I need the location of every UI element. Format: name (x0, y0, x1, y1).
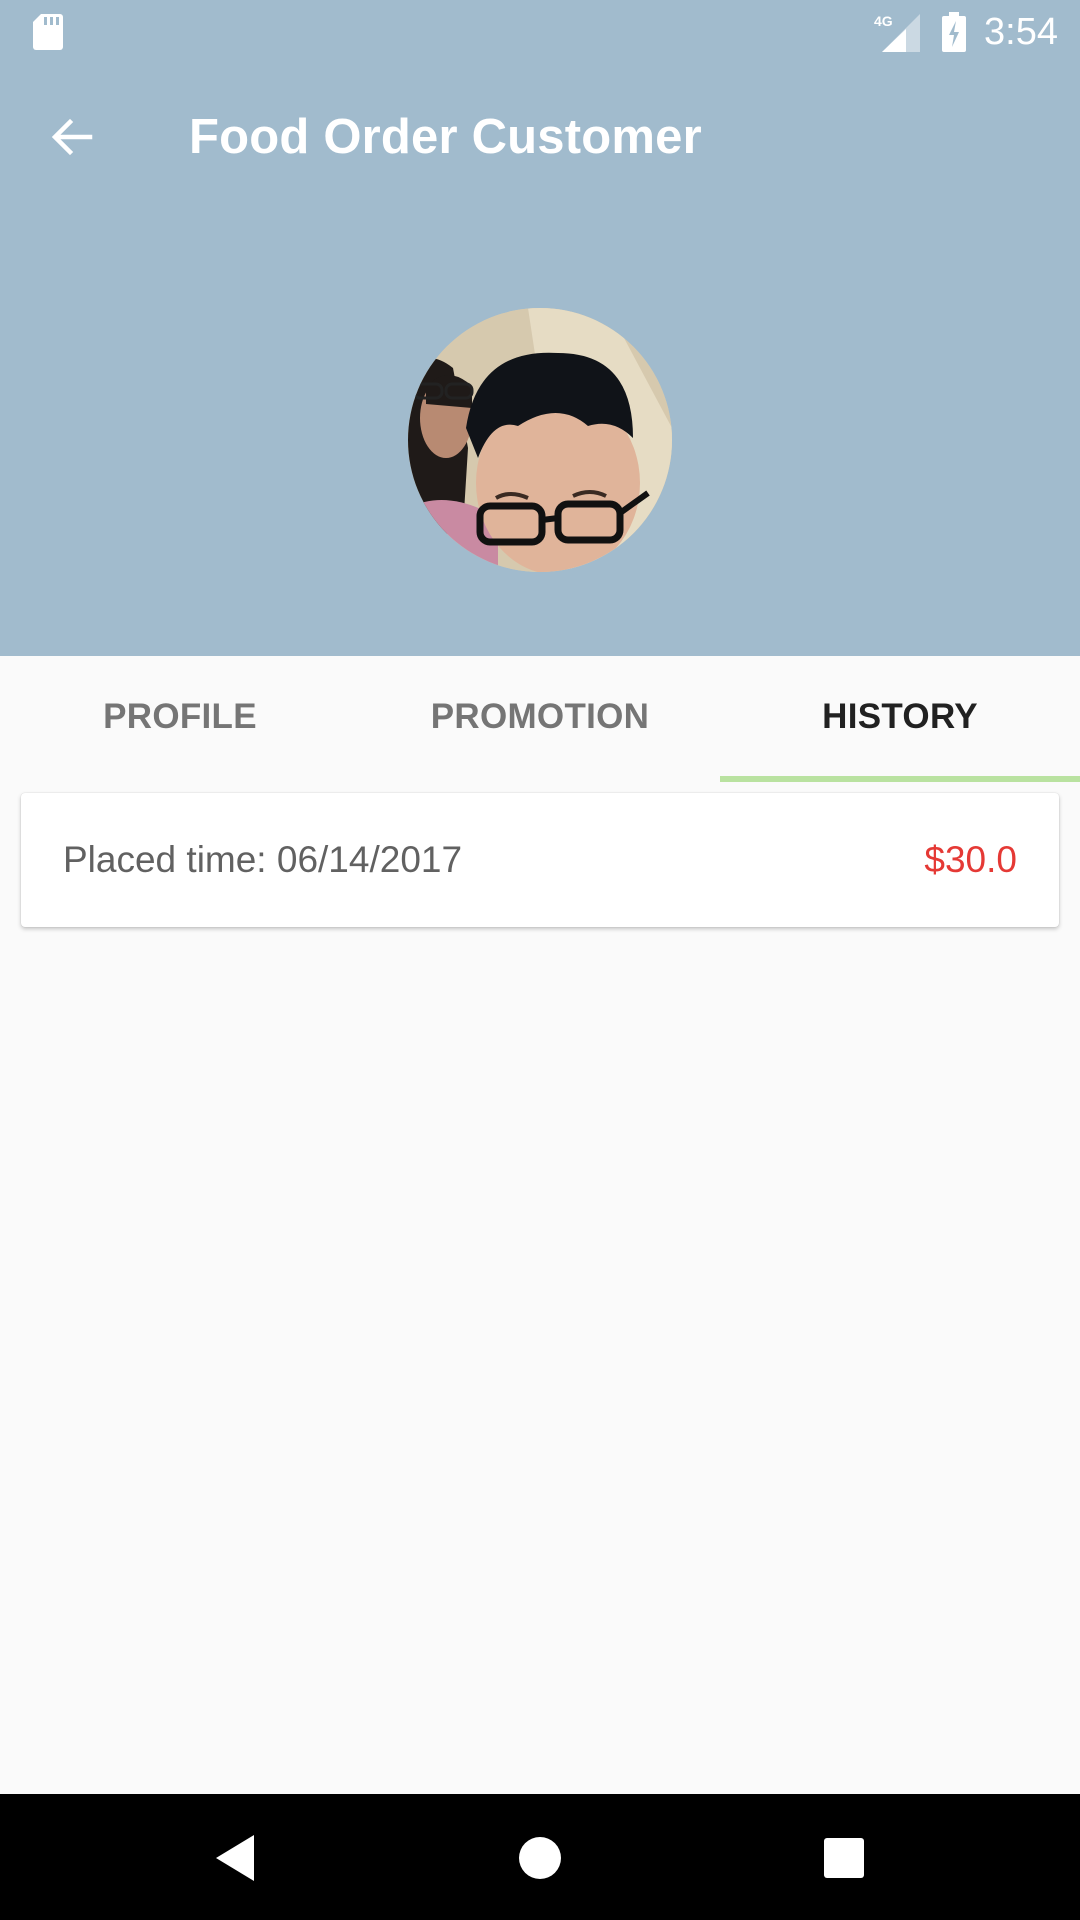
battery-charging-icon (942, 12, 966, 52)
tab-promotion[interactable]: PROMOTION (360, 656, 720, 782)
toolbar: Food Order Customer (0, 63, 1080, 210)
tab-profile-label: PROFILE (103, 697, 257, 736)
order-placed-time: Placed time: 06/14/2017 (63, 839, 463, 880)
nav-recents-button[interactable] (804, 1818, 884, 1898)
back-triangle-icon (216, 1835, 254, 1881)
nav-home-button[interactable] (500, 1818, 580, 1898)
status-time: 3:54 (984, 11, 1058, 53)
tab-history[interactable]: HISTORY (720, 656, 1080, 782)
sd-card-icon (33, 14, 63, 50)
arrow-back-icon (51, 118, 93, 156)
cell-signal-icon: 4G (874, 13, 920, 52)
navigation-bar (0, 1794, 1080, 1920)
tab-profile[interactable]: PROFILE (0, 656, 360, 782)
nav-back-button[interactable] (196, 1818, 276, 1898)
order-history-card[interactable]: Placed time: 06/14/2017 $30.0 (21, 793, 1059, 927)
recents-square-icon (824, 1838, 864, 1878)
status-bar: 4G 3:54 (0, 0, 1080, 63)
home-circle-icon (519, 1837, 561, 1879)
tab-bar: PROFILE PROMOTION HISTORY (0, 656, 1080, 782)
back-button[interactable] (36, 101, 108, 173)
network-type-label: 4G (874, 13, 893, 29)
avatar[interactable] (408, 308, 672, 572)
profile-photo (408, 308, 672, 572)
tab-indicator (720, 776, 1080, 782)
order-amount: $30.0 (924, 839, 1017, 880)
tab-history-label: HISTORY (822, 697, 978, 736)
page-title: Food Order Customer (189, 110, 702, 164)
screen: 4G 3:54 Food Order Customer PROFILE PROM… (0, 0, 1080, 1920)
tab-promotion-label: PROMOTION (430, 697, 650, 736)
profile-header: 4G 3:54 Food Order Customer (0, 0, 1080, 656)
